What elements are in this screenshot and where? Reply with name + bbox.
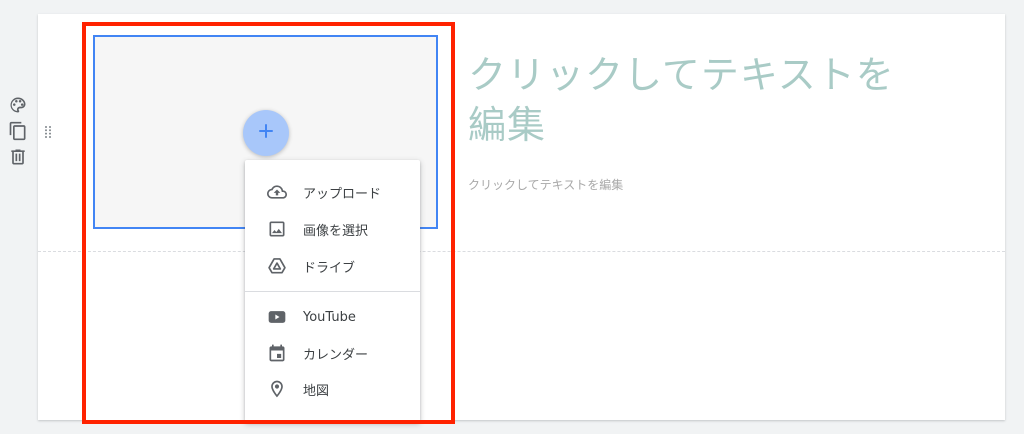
youtube-icon [267,307,287,327]
calendar-icon [267,343,287,363]
map-pin-icon [267,379,287,399]
plus-icon [257,122,275,144]
image-icon [267,219,287,239]
menu-item-upload[interactable]: アップロード [245,174,420,210]
add-image-button[interactable] [243,110,289,156]
menu-divider [245,291,420,292]
title-text-box[interactable]: クリックしてテキストを 編集 [468,50,988,150]
copy-icon[interactable] [8,121,28,141]
palette-icon[interactable] [8,95,28,115]
title-line-1: クリックしてテキストを [468,53,895,97]
menu-item-drive[interactable]: ドライブ [245,248,420,284]
body-text-box[interactable]: クリックしてテキストを編集 [468,176,623,193]
title-line-2: 編集 [468,103,547,147]
insert-image-menu: アップロード 画像を選択 ドライブ YouTube カレンダー 地図 [245,160,420,422]
drive-icon [267,256,287,276]
menu-item-label: カレンダー [303,347,369,363]
menu-item-label: YouTube [303,309,356,325]
menu-item-label: 地図 [303,383,330,399]
menu-item-label: 画像を選択 [303,223,369,239]
trash-icon[interactable] [8,147,28,167]
menu-item-map[interactable]: 地図 [245,371,420,407]
section-tools [8,95,28,173]
menu-item-select-image[interactable]: 画像を選択 [245,211,420,247]
menu-item-label: ドライブ [303,260,356,276]
previous-section-strip [38,0,1005,14]
menu-item-calendar[interactable]: カレンダー [245,335,420,371]
cloud-upload-icon [267,182,287,202]
editor-page: クリックしてテキストを 編集 クリックしてテキストを編集 アップロード 画像を選… [0,0,1024,434]
menu-item-youtube[interactable]: YouTube [245,299,420,335]
menu-item-label: アップロード [303,186,382,202]
section-divider [38,251,1005,252]
drag-handle-icon[interactable] [44,124,52,138]
